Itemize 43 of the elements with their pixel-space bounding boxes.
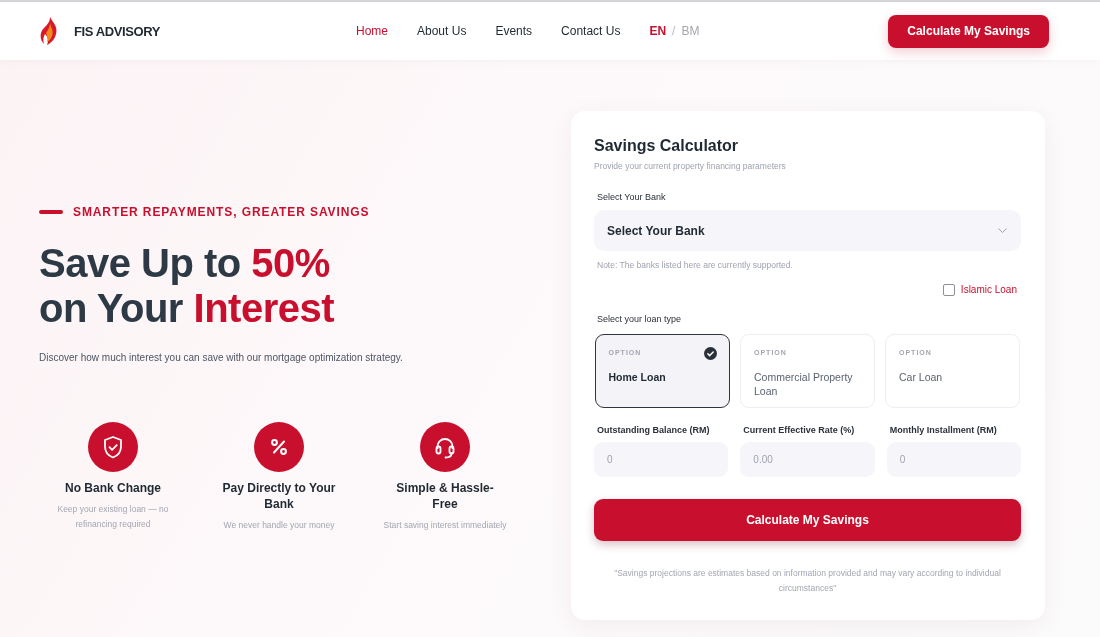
option-label: Home Loan	[608, 369, 666, 384]
hero-heading: Save Up to 50% on Your Interest	[39, 241, 334, 331]
bank-select[interactable]: Select Your Bank	[594, 210, 1021, 251]
field-label: Select Your Bank	[596, 191, 666, 203]
calculate-savings-button[interactable]: Calculate My Savings	[888, 14, 1049, 48]
nav-link[interactable]: Contact Us	[561, 24, 621, 38]
calculator-title: Savings Calculator	[594, 136, 739, 156]
feature-title: Pay Directly to Your Bank	[221, 480, 337, 512]
bank-note: Note: The banks listed here are currently supported.	[596, 260, 793, 271]
field-label: Select your loan type	[596, 313, 682, 325]
hero-description: Discover how much interest you can save with our mortgage optimization strategy.	[39, 351, 403, 364]
option-label: Car Loan	[899, 370, 943, 384]
check-circle-icon	[704, 347, 717, 360]
calculate-savings-button[interactable]: Calculate My Savings	[594, 499, 1021, 541]
calculator-subtitle: Provide your current property financing parameters	[594, 160, 786, 172]
checkbox[interactable]	[942, 284, 955, 296]
input-field[interactable]: 0	[886, 442, 1021, 477]
feature-title: No Bank Change	[65, 480, 161, 496]
feature-description: Keep your existing loan — no refinancing required	[56, 503, 170, 531]
field-label: Outstanding Balance (RM)	[596, 424, 710, 436]
field-label: Current Effective Rate (%)	[742, 424, 855, 436]
input-field[interactable]: 0.00	[740, 442, 875, 477]
feature-description: We never handle your money	[223, 519, 335, 532]
language-separator: /	[672, 24, 676, 38]
nav-link[interactable]: About Us	[417, 24, 467, 38]
checkbox-label: Islamic Loan	[960, 284, 1017, 296]
shield-check-icon	[88, 422, 138, 472]
flame-logo-icon	[40, 17, 58, 45]
option-label: Commercial Property Loan	[754, 370, 854, 398]
field-label: Monthly Installment (RM)	[888, 424, 997, 436]
feature-title: Simple & Hassle-Free	[395, 480, 495, 512]
nav-link[interactable]: Events	[495, 24, 533, 38]
accent-line	[39, 210, 63, 214]
tagline: SMARTER REPAYMENTS, GREATER SAVINGS	[73, 205, 370, 219]
logo-text: FIS ADVISORY	[74, 23, 160, 39]
feature-description: Start saving interest immediately	[383, 519, 507, 532]
input-field[interactable]: 0	[594, 442, 729, 477]
chevron-down-icon	[998, 228, 1007, 233]
nav-link[interactable]: Home	[356, 24, 388, 38]
language-option[interactable]: EN	[649, 24, 667, 38]
percent-icon	[254, 422, 304, 472]
disclaimer: "Savings projections are estimates based on information provided and may vary according to individual circumstances"	[613, 567, 1002, 595]
headset-icon	[420, 422, 470, 472]
